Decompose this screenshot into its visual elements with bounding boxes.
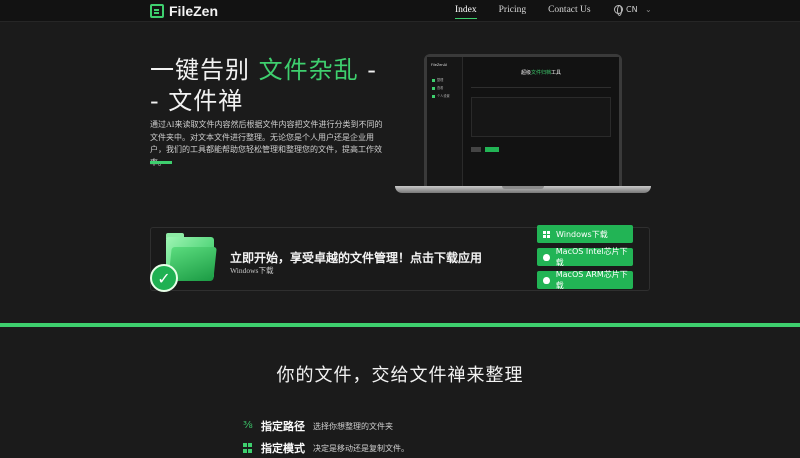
logo[interactable]: FileZen: [150, 3, 218, 19]
button-label: MacOS ARM芯片下载: [555, 270, 628, 290]
app-sidebar: FileZenAI 整理 查看 个人设置: [427, 57, 463, 187]
feature-item: ⅜ 指定路径 选择你想整理的文件夹: [243, 418, 393, 434]
nav-link-contact[interactable]: Contact Us: [548, 5, 590, 19]
section-title: 你的文件，交给文件禅来整理: [276, 365, 524, 386]
cta-subtitle: Windows下载: [230, 266, 274, 275]
logo-icon: [150, 4, 164, 18]
app-button: [471, 147, 481, 152]
nav-link-index[interactable]: Index: [455, 5, 477, 19]
app-main: 超级文件归档工具: [463, 57, 619, 187]
feature-item: 指定模式 决定是移动还是复制文件。: [243, 440, 409, 456]
app-nav-item: 整理: [432, 77, 443, 82]
check-icon: ✓: [150, 264, 178, 292]
app-heading-post: 工具: [551, 70, 562, 76]
button-label: Windows下载: [556, 229, 608, 239]
top-nav: FileZen Index Pricing Contact Us CN ⌄: [0, 0, 800, 22]
hero-title-pre: 一键告别: [150, 56, 250, 84]
laptop-notch: [502, 186, 544, 189]
section-divider: [0, 323, 800, 327]
app-heading: 超级文件归档工具: [521, 69, 561, 76]
logo-text: FileZen: [169, 3, 219, 19]
hero-title: 一键告别 文件杂乱 - - 文件禅: [150, 55, 390, 117]
app-button: [485, 147, 499, 152]
nav-link-pricing[interactable]: Pricing: [499, 5, 526, 19]
nav-links: Index Pricing Contact Us: [455, 5, 613, 19]
app-heading-pre: 超级: [521, 70, 532, 76]
apple-icon: [543, 253, 550, 261]
app-nav-item: 查看: [432, 85, 443, 90]
language-switcher[interactable]: CN: [614, 5, 638, 16]
app-divider: [471, 87, 611, 88]
globe-icon: [614, 5, 623, 16]
language-label: CN: [626, 5, 638, 14]
feature-name: 指定路径: [261, 420, 305, 433]
windows-icon: [543, 230, 550, 238]
app-heading-accent: 文件归档: [531, 70, 552, 76]
hero-accent-bar: [150, 161, 172, 164]
app-drop-zone: [471, 97, 611, 137]
app-nav-item: 个人设置: [432, 93, 450, 98]
windows-download-button[interactable]: Windows下载: [537, 225, 633, 243]
chevron-down-icon[interactable]: ⌄: [645, 5, 652, 14]
hero-title-accent: 文件杂乱: [258, 56, 359, 84]
cta-title: 立即开始，享受卓越的文件管理！点击下载应用: [230, 251, 483, 265]
hero-description: 通过AI来读取文件内容然后根据文件内容把文件进行分类到不同的文件夹中。对文本文件…: [150, 120, 383, 167]
feature-name: 指定模式: [261, 442, 305, 455]
feature-desc: 决定是移动还是复制文件。: [313, 443, 409, 453]
macos-intel-download-button[interactable]: MacOS Intel芯片下载: [537, 247, 633, 267]
laptop-screen: FileZenAI 整理 查看 个人设置 超级文件归档工具: [424, 54, 622, 190]
grid-icon: [243, 443, 253, 453]
path-icon: ⅜: [243, 420, 253, 431]
button-label: MacOS Intel芯片下载: [555, 247, 628, 267]
macos-arm-download-button[interactable]: MacOS ARM芯片下载: [537, 270, 633, 290]
feature-desc: 选择你想整理的文件夹: [313, 421, 393, 431]
app-logo: FileZenAI: [431, 63, 448, 67]
apple-icon: [543, 276, 550, 284]
